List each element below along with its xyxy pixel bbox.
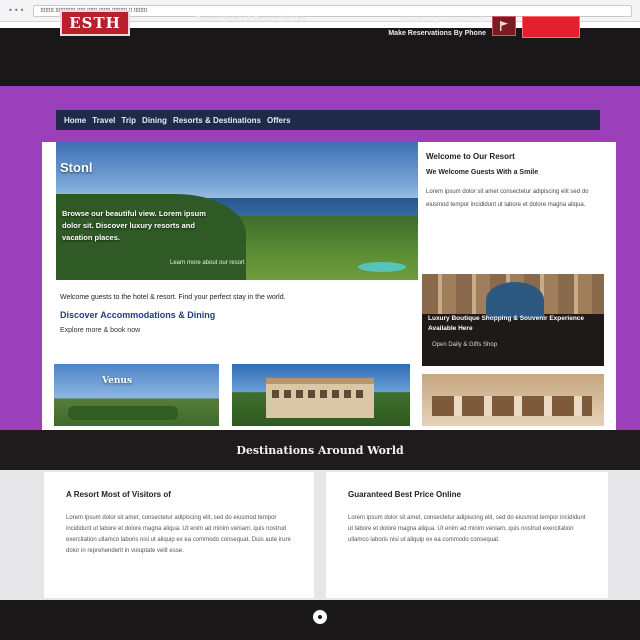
thumbnail-label: Venus (102, 376, 133, 386)
feature-heading: Welcome to Our Resort (426, 152, 515, 161)
contact-line-1: Have Any Questions? Call (399, 17, 486, 24)
nav-item-home[interactable]: Home (64, 116, 86, 125)
thumb-windows (272, 390, 368, 398)
info-card-right-body: Lorem ipsum dolor sit amet, consectetur … (348, 515, 586, 543)
reserve-button[interactable] (522, 16, 580, 38)
window-controls[interactable]: ••• (8, 6, 25, 15)
info-card-left-body: Lorem ipsum dolor sit amet, consectetur … (66, 515, 291, 554)
hero-pool (358, 262, 406, 272)
main-nav: Home Travel Trip Dining Resorts & Destin… (56, 110, 600, 130)
flag-icon (500, 21, 508, 31)
feature-block: Welcome to Our Resort We Welcome Guests … (426, 152, 606, 270)
info-card-left: A Resort Most of Visitors of Lorem ipsum… (44, 472, 314, 598)
mid-highlight-link[interactable]: Discover Accommodations & Dining (60, 310, 416, 320)
nav-item-offers[interactable]: Offers (267, 116, 291, 125)
shop-subtext: Open Daily & Gifts Shop (432, 342, 498, 348)
thumbnail-venue[interactable]: Venus (54, 364, 219, 426)
header-tagline: Trusted Hotels & Resorts for You (196, 16, 306, 23)
shop-dome (486, 282, 544, 318)
info-card-left-title: A Resort Most of Visitors of (66, 490, 171, 499)
mid-intro: Welcome guests to the hotel & resort. Fi… (60, 294, 286, 301)
header-contact: Have Any Questions? Call Make Reservatio… (388, 14, 486, 40)
nav-item-trip[interactable]: Trip (121, 116, 136, 125)
mid-text-block: Welcome guests to the hotel & resort. Fi… (60, 294, 416, 334)
contact-line-2: Make Reservations By Phone (388, 30, 486, 37)
nav-item-resorts[interactable]: Resorts & Destinations (173, 116, 261, 125)
info-card-right-title: Guaranteed Best Price Online (348, 490, 461, 499)
nav-item-travel[interactable]: Travel (92, 116, 115, 125)
destinations-title: Destinations Around World (236, 444, 404, 457)
dot-icon (318, 615, 322, 619)
hero-link[interactable]: Learn more about our resort (170, 260, 245, 266)
hero-title: Stonl (60, 160, 93, 175)
hero-overlay-text: Browse our beautiful view. Lorem ipsum d… (62, 209, 206, 242)
nav-item-dining[interactable]: Dining (142, 116, 167, 125)
header-icon-button[interactable] (492, 16, 516, 36)
info-card-right: Guaranteed Best Price Online Lorem ipsum… (326, 472, 608, 598)
mid-subtext: Explore more & book now (60, 327, 141, 334)
shop-caption: Luxury Boutique Shopping & Souvenir Expe… (428, 315, 585, 332)
thumbnail-restaurant[interactable] (422, 374, 604, 426)
thumb-building (266, 378, 374, 418)
thumbnail-hotel-building[interactable] (232, 364, 410, 426)
shop-card[interactable]: Luxury Boutique Shopping & Souvenir Expe… (422, 274, 604, 366)
scroll-top-button[interactable] (313, 610, 327, 624)
thumb-hedge (68, 406, 178, 420)
site-logo[interactable]: ESTH (60, 10, 130, 36)
feature-body: Lorem ipsum dolor sit amet consectetur a… (426, 189, 589, 208)
thumb-tables (432, 396, 592, 416)
feature-subheading: We Welcome Guests With a Smile (426, 169, 539, 176)
